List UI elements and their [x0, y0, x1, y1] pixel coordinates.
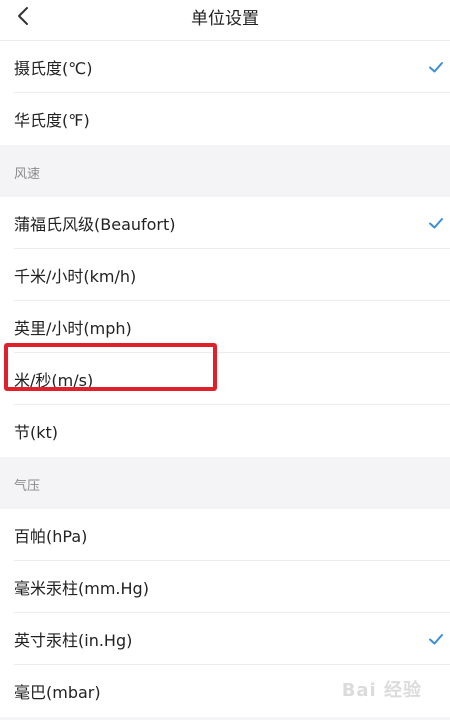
- highlight-box: [4, 343, 217, 391]
- option-label: 英寸汞柱(in.Hg): [14, 631, 133, 650]
- section-title: 风速: [14, 167, 41, 182]
- section-title: 气压: [14, 479, 41, 494]
- page-title: 单位设置: [191, 9, 259, 29]
- section-header-pressure: 气压: [0, 457, 450, 509]
- watermark: Bai 经验: [341, 680, 422, 701]
- option-inhg[interactable]: 英寸汞柱(in.Hg): [0, 613, 450, 665]
- checkmark-icon: [429, 218, 443, 229]
- section-header-wind: 风速: [0, 145, 450, 197]
- option-label: 百帕(hPa): [14, 527, 88, 546]
- option-label: 英里/小时(mph): [14, 319, 132, 338]
- option-label: 毫米汞柱(mm.Hg): [14, 579, 149, 598]
- option-celsius[interactable]: 摄氏度(℃): [0, 41, 450, 93]
- option-label: 摄氏度(℃): [14, 59, 93, 78]
- option-mmhg[interactable]: 毫米汞柱(mm.Hg): [0, 561, 450, 613]
- title-bar: 单位设置: [0, 0, 450, 41]
- option-kt[interactable]: 节(kt): [0, 405, 450, 457]
- option-hpa[interactable]: 百帕(hPa): [0, 509, 450, 561]
- checkmark-icon: [429, 634, 443, 645]
- option-label: 节(kt): [14, 423, 59, 442]
- option-beaufort[interactable]: 蒲福氏风级(Beaufort): [0, 197, 450, 249]
- option-kmh[interactable]: 千米/小时(km/h): [0, 249, 450, 301]
- option-label: 蒲福氏风级(Beaufort): [14, 215, 176, 234]
- checkmark-icon: [429, 62, 443, 73]
- option-label: 千米/小时(km/h): [14, 267, 137, 286]
- option-label: 华氏度(℉): [14, 111, 90, 130]
- option-label: 毫巴(mbar): [14, 683, 101, 702]
- option-fahrenheit[interactable]: 华氏度(℉): [0, 93, 450, 145]
